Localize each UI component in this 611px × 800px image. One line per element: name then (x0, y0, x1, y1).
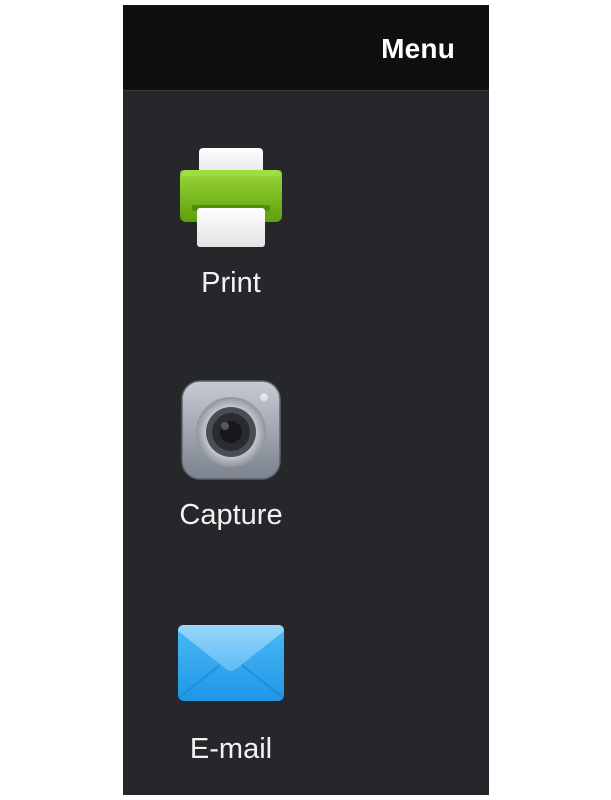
menu-item-label: Print (201, 267, 261, 299)
menu-item-label: Capture (179, 499, 283, 531)
menu-item-email[interactable]: E-mail (163, 609, 299, 766)
menu-item-capture[interactable]: Capture (163, 375, 299, 532)
envelope-icon (178, 625, 284, 701)
printer-icon (180, 148, 282, 247)
menu-title: Menu (381, 33, 455, 64)
menu-item-print[interactable]: Print (163, 143, 299, 300)
menu-panel: Menu Print Capture E-mail (123, 5, 489, 795)
menu-item-label: E-mail (189, 733, 273, 765)
camera-icon (181, 380, 281, 480)
menu-header: Menu (123, 5, 489, 91)
